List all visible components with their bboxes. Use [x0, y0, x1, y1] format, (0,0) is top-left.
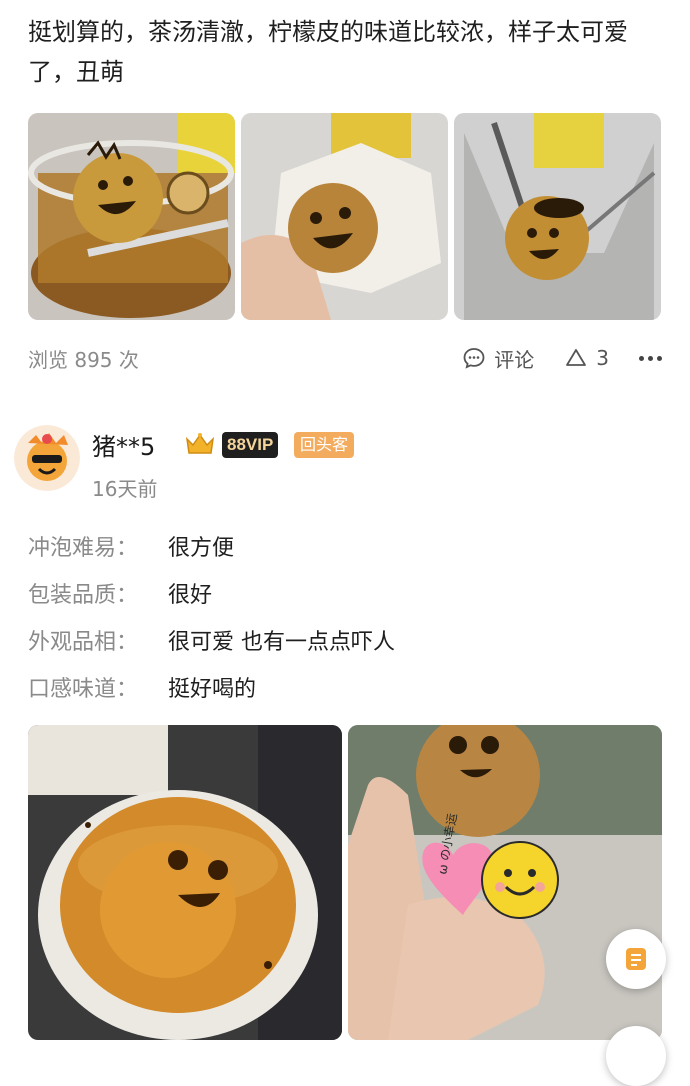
reviewer-header: 猪**5 88VIP 回头客 16天前: [14, 425, 674, 505]
attribute-value: 挺好喝的: [168, 676, 257, 702]
comment-bubble-icon: [463, 348, 485, 369]
attribute-row: 冲泡难易： 很方便: [28, 522, 662, 569]
comment-label: 评论: [494, 347, 535, 372]
review-attributes: 冲泡难易： 很方便 包装品质： 很好 外观品相： 很可爱 也有一点点吓人 口感味…: [28, 522, 662, 710]
note-icon: [626, 948, 646, 970]
attribute-value: 很方便: [168, 535, 235, 561]
attribute-row: 包装品质： 很好: [28, 569, 662, 616]
attribute-key: 包装品质：: [28, 582, 139, 608]
floating-button-secondary[interactable]: [606, 1026, 666, 1086]
attribute-key: 外观品相：: [28, 629, 139, 655]
review-time: 16天前: [92, 477, 158, 501]
review-photos-row-1: [28, 113, 662, 320]
repeat-customer-badge: 回头客: [294, 432, 355, 458]
attribute-value: 很好: [168, 582, 213, 608]
comment-button[interactable]: 评论: [462, 344, 534, 373]
review-photo-1[interactable]: [28, 113, 235, 320]
attribute-key: 冲泡难易：: [28, 535, 139, 561]
attribute-value: 很可爱 也有一点点吓人: [168, 629, 395, 655]
floating-note-button[interactable]: [606, 929, 666, 989]
like-count: 3: [596, 346, 609, 370]
review-text: 挺划算的，茶汤清澈，柠檬皮的味道比较浓，样子太可爱了，丑萌: [28, 18, 628, 86]
attribute-row: 外观品相： 很可爱 也有一点点吓人: [28, 616, 662, 663]
triangle-like-icon: [566, 349, 587, 366]
more-dots-icon[interactable]: [639, 355, 662, 361]
review-photo-4[interactable]: [28, 725, 342, 1040]
stats-row: 浏览 895 次 评论 3: [28, 340, 662, 376]
view-count: 浏览 895 次: [28, 347, 139, 372]
attribute-key: 口感味道：: [28, 676, 139, 702]
crown-icon: [185, 433, 215, 454]
review-photos-row-2: ω の小幸运: [28, 725, 662, 1040]
like-button[interactable]: 3: [564, 346, 609, 370]
review-photo-3[interactable]: [454, 113, 661, 320]
attribute-row: 口感味道： 挺好喝的: [28, 663, 662, 710]
review-photo-5[interactable]: ω の小幸运: [348, 725, 662, 1040]
review-photo-2[interactable]: [241, 113, 448, 320]
avatar[interactable]: [14, 425, 80, 491]
vip-badge: 88VIP: [222, 432, 279, 458]
username[interactable]: 猪**5: [92, 427, 155, 462]
